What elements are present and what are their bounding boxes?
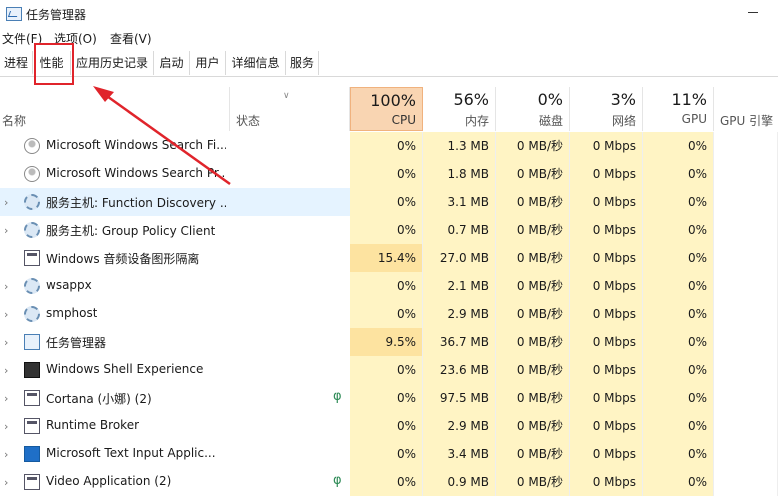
annotation-arrow <box>93 86 231 186</box>
